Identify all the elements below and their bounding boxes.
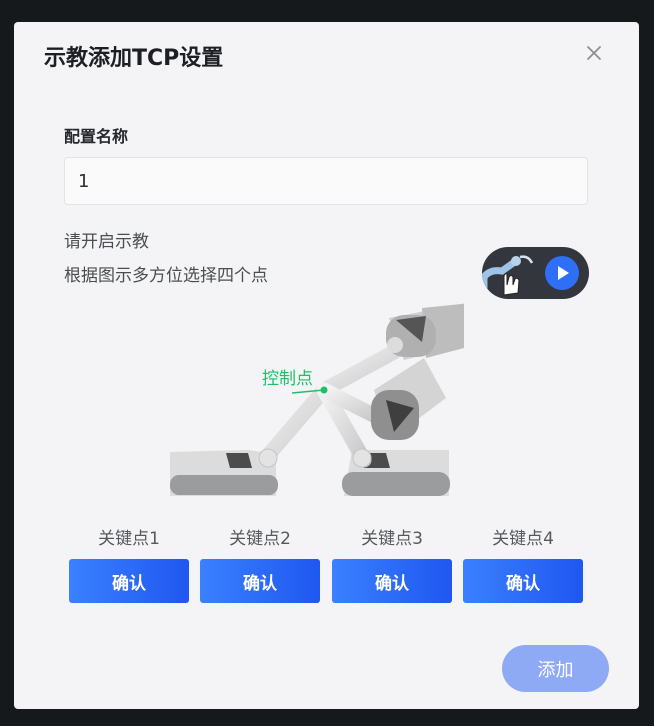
hint-enable-teach: 请开启示教	[64, 232, 149, 252]
top-tool-head	[386, 303, 464, 360]
middle-tool-head	[371, 358, 446, 440]
config-name-input[interactable]	[64, 157, 588, 205]
keypoint-1-label: 关键点1	[98, 529, 160, 549]
keypoint-4-label: 关键点4	[492, 529, 554, 549]
dialog-title: 示教添加TCP设置	[44, 46, 224, 71]
confirm-keypoint-4-button[interactable]: 确认	[463, 559, 583, 603]
play-icon[interactable]	[545, 256, 579, 290]
confirm-keypoint-3-button[interactable]: 确认	[332, 559, 452, 603]
control-point-label: 控制点	[262, 369, 313, 389]
config-name-label: 配置名称	[64, 127, 129, 146]
tcp-teach-dialog: 示教添加TCP设置 配置名称 请开启示教 根据图示多方位选择四个点	[14, 22, 639, 709]
control-point-dot	[320, 386, 328, 394]
add-button[interactable]: 添加	[502, 645, 609, 692]
demo-video-button[interactable]	[482, 247, 589, 299]
robot-arm-illustration: 控制点	[170, 303, 464, 496]
keypoint-2-label: 关键点2	[229, 529, 291, 549]
hint-select-points: 根据图示多方位选择四个点	[64, 266, 268, 286]
close-icon[interactable]	[583, 42, 605, 64]
confirm-keypoint-1-button[interactable]: 确认	[69, 559, 189, 603]
confirm-keypoint-2-button[interactable]: 确认	[200, 559, 320, 603]
robot-arm-thumbnail-icon	[482, 255, 534, 296]
keypoint-3-label: 关键点3	[361, 529, 423, 549]
